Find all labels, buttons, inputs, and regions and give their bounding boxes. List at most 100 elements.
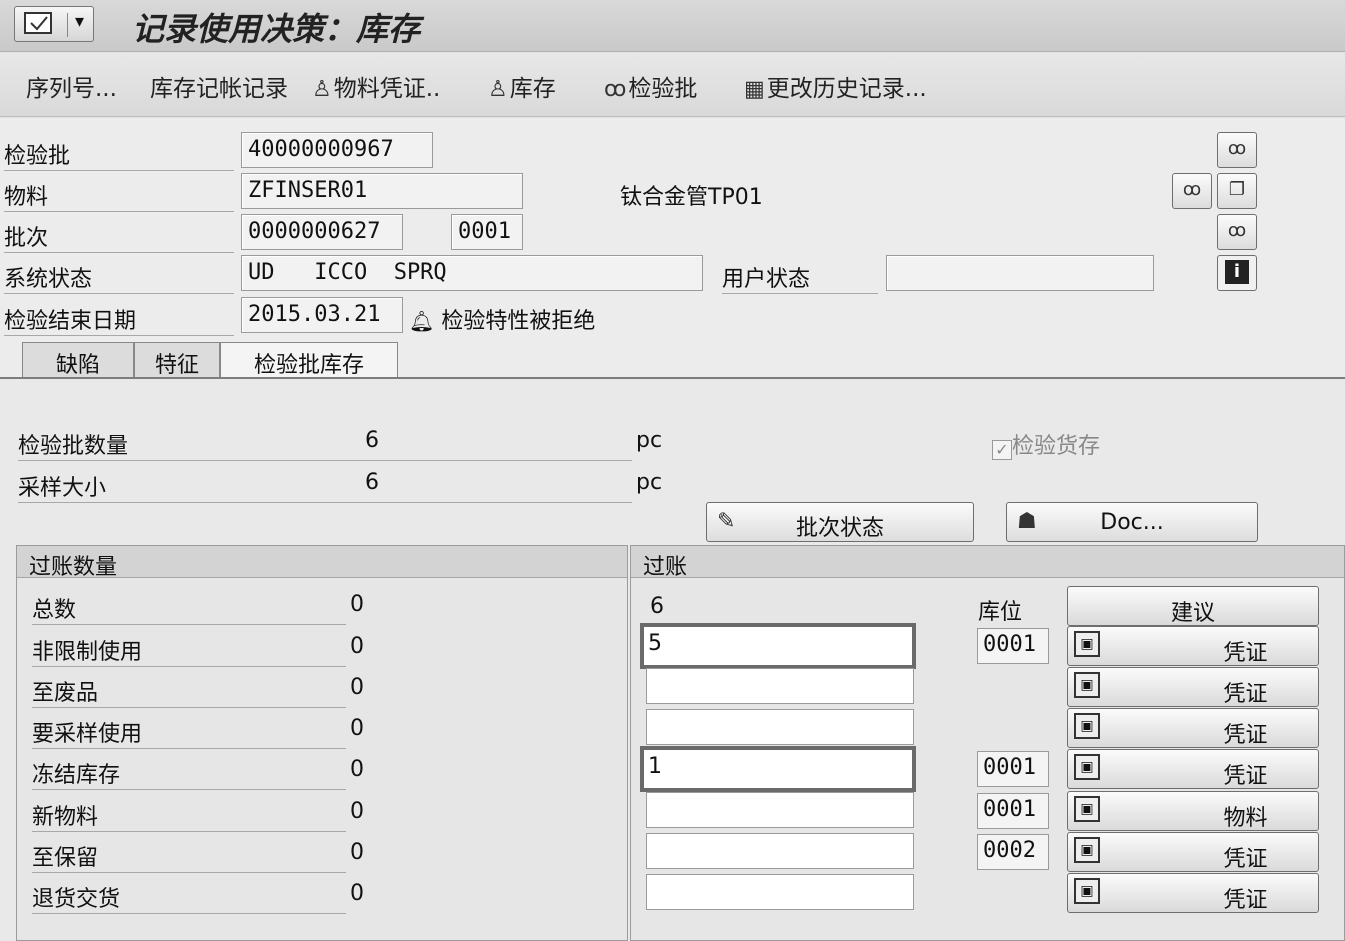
quantity-row-value: 0 — [350, 881, 364, 906]
batch-field[interactable]: 0000000627 — [241, 214, 403, 250]
document-icon: ▣ — [1074, 796, 1100, 822]
user-status-label: 用户状态 — [722, 261, 878, 294]
person-icon: ♙ — [488, 77, 508, 102]
tab-defects[interactable]: 缺陷 — [22, 342, 134, 378]
quantity-row-label: 冻结库存 — [32, 757, 346, 790]
quantity-row-label: 至保留 — [32, 840, 346, 873]
storage-location-field[interactable]: 0001 — [977, 793, 1049, 829]
document-button[interactable]: ▣ 凭证 — [1067, 708, 1319, 748]
material-document-button[interactable]: ♙物料凭证.. — [312, 69, 440, 103]
document-button[interactable]: ▣ 凭证 — [1067, 667, 1319, 707]
alert-message: 🔔︎ 检验特性被拒绝 — [409, 309, 596, 334]
serial-numbers-button[interactable]: 序列号... — [26, 69, 117, 103]
posting-qty-input[interactable] — [646, 709, 914, 745]
storage-location-header: 库位 — [978, 600, 1023, 625]
chevron-down-icon: ▾ — [75, 11, 85, 32]
posting-qty-input[interactable] — [646, 833, 914, 869]
posting-qty-input[interactable] — [646, 668, 914, 704]
suggest-button[interactable]: 建议 — [1067, 586, 1319, 626]
stock-postings-button[interactable]: 库存记帐记录 — [150, 69, 288, 103]
storage-location-field[interactable]: 0002 — [977, 834, 1049, 870]
end-date-field[interactable]: 2015.03.21 — [241, 297, 403, 333]
system-menu-button[interactable]: ▾ — [14, 6, 94, 42]
storage-location-field[interactable]: 0001 — [977, 751, 1049, 787]
doc-button[interactable]: ☗ Doc... — [1006, 502, 1258, 542]
display-batch-button[interactable]: ꝏ — [1217, 214, 1257, 250]
title-bar: ▾ 记录使用决策：库存 — [0, 0, 1345, 52]
sample-size-unit: pc — [636, 470, 663, 495]
check-icon: ✓ — [992, 440, 1012, 460]
lot-quantity-value: 6 — [365, 428, 379, 453]
person-icon: ♙ — [312, 77, 332, 102]
document-icon: ▣ — [1074, 754, 1100, 780]
user-status-field[interactable] — [886, 255, 1154, 291]
end-date-label: 检验结束日期 — [4, 303, 234, 336]
document-button-label: 凭证 — [1223, 641, 1268, 666]
document-button-label: 凭证 — [1223, 723, 1268, 748]
glasses-icon: ꝏ — [1182, 179, 1202, 200]
inspection-stock-checkbox[interactable]: ✓ 检验货存 — [992, 428, 1100, 460]
document-button[interactable]: ▣ 凭证 — [1067, 749, 1319, 789]
quantity-row-value: 0 — [350, 716, 364, 741]
material-description: 钛合金管TP01 — [620, 185, 763, 210]
lot-quantity-label: 检验批数量 — [18, 428, 632, 461]
document-button[interactable]: ▣ 凭证 — [1067, 626, 1319, 666]
posting-qty-input[interactable] — [646, 792, 914, 828]
document-button-label: 凭证 — [1223, 682, 1268, 707]
document-button-label: 凭证 — [1223, 764, 1268, 789]
tab-lot-stock[interactable]: 检验批库存 — [220, 342, 398, 378]
display-lot-button[interactable]: ꝏ — [1217, 132, 1257, 168]
batch-status-button[interactable]: ✎ 批次状态 — [706, 502, 974, 542]
document-button[interactable]: ▣ 物料 — [1067, 791, 1319, 831]
posting-total: 6 — [650, 594, 664, 619]
posting-qty-input[interactable] — [646, 874, 914, 910]
menu-icon — [24, 12, 52, 34]
quantity-row-label: 新物料 — [32, 799, 346, 832]
posting-qty-input[interactable]: 1 — [640, 746, 916, 792]
copy-button[interactable]: ❐ — [1217, 173, 1257, 209]
quantity-row-label: 至废品 — [32, 675, 346, 708]
printer-icon: ▦ — [744, 77, 765, 102]
document-icon: ▣ — [1074, 631, 1100, 657]
batch-extra-field[interactable]: 0001 — [451, 214, 523, 250]
inspection-lot-button[interactable]: ꝏ检验批 — [604, 69, 697, 103]
system-status-field: UD ICCO SPRQ — [241, 255, 703, 291]
document-icon: ▣ — [1074, 713, 1100, 739]
quantity-row-value: 0 — [350, 840, 364, 865]
glasses-icon: ꝏ — [1227, 220, 1247, 241]
document-button-label: 凭证 — [1223, 888, 1268, 913]
inspection-lot-field[interactable]: 40000000967 — [241, 132, 433, 168]
quantity-row-value: 0 — [350, 757, 364, 782]
posting-title: 过账 — [631, 546, 1344, 580]
document-button[interactable]: ▣ 凭证 — [1067, 873, 1319, 913]
info-button[interactable]: i — [1217, 255, 1257, 291]
bell-icon: 🔔︎ — [409, 309, 435, 333]
document-button-label: 物料 — [1223, 806, 1268, 831]
quantity-row-label: 退货交货 — [32, 881, 346, 914]
material-field[interactable]: ZFINSER01 — [241, 173, 523, 209]
posting-quantities-title: 过账数量 — [17, 546, 627, 580]
quantity-row-value: 0 — [350, 592, 364, 617]
quantity-row-label: 非限制使用 — [32, 634, 346, 667]
glasses-icon: ꝏ — [1227, 138, 1247, 159]
document-button[interactable]: ▣ 凭证 — [1067, 832, 1319, 872]
document-button-label: 凭证 — [1223, 847, 1268, 872]
info-icon: i — [1225, 260, 1249, 284]
document-icon: ▣ — [1074, 878, 1100, 904]
display-material-button[interactable]: ꝏ — [1172, 173, 1212, 209]
stock-button[interactable]: ♙库存 — [488, 69, 556, 103]
change-history-button[interactable]: ▦更改历史记录... — [744, 69, 927, 103]
quantity-row-value: 0 — [350, 634, 364, 659]
tab-characteristics[interactable]: 特征 — [134, 342, 220, 378]
posting-qty-input[interactable]: 5 — [640, 623, 916, 669]
quantity-row-label: 总数 — [32, 592, 346, 625]
batch-label: 批次 — [4, 220, 234, 253]
quantity-row-value: 0 — [350, 675, 364, 700]
application-toolbar: 序列号... 库存记帐记录 ♙物料凭证.. ♙库存 ꝏ检验批 ▦更改历史记录..… — [0, 53, 1345, 117]
document-icon: ▣ — [1074, 837, 1100, 863]
document-icon: ▣ — [1074, 672, 1100, 698]
copy-icon: ❐ — [1228, 179, 1246, 200]
storage-location-field[interactable]: 0001 — [977, 628, 1049, 664]
quantity-row-label: 要采样使用 — [32, 716, 346, 749]
sample-size-label: 采样大小 — [18, 470, 632, 503]
